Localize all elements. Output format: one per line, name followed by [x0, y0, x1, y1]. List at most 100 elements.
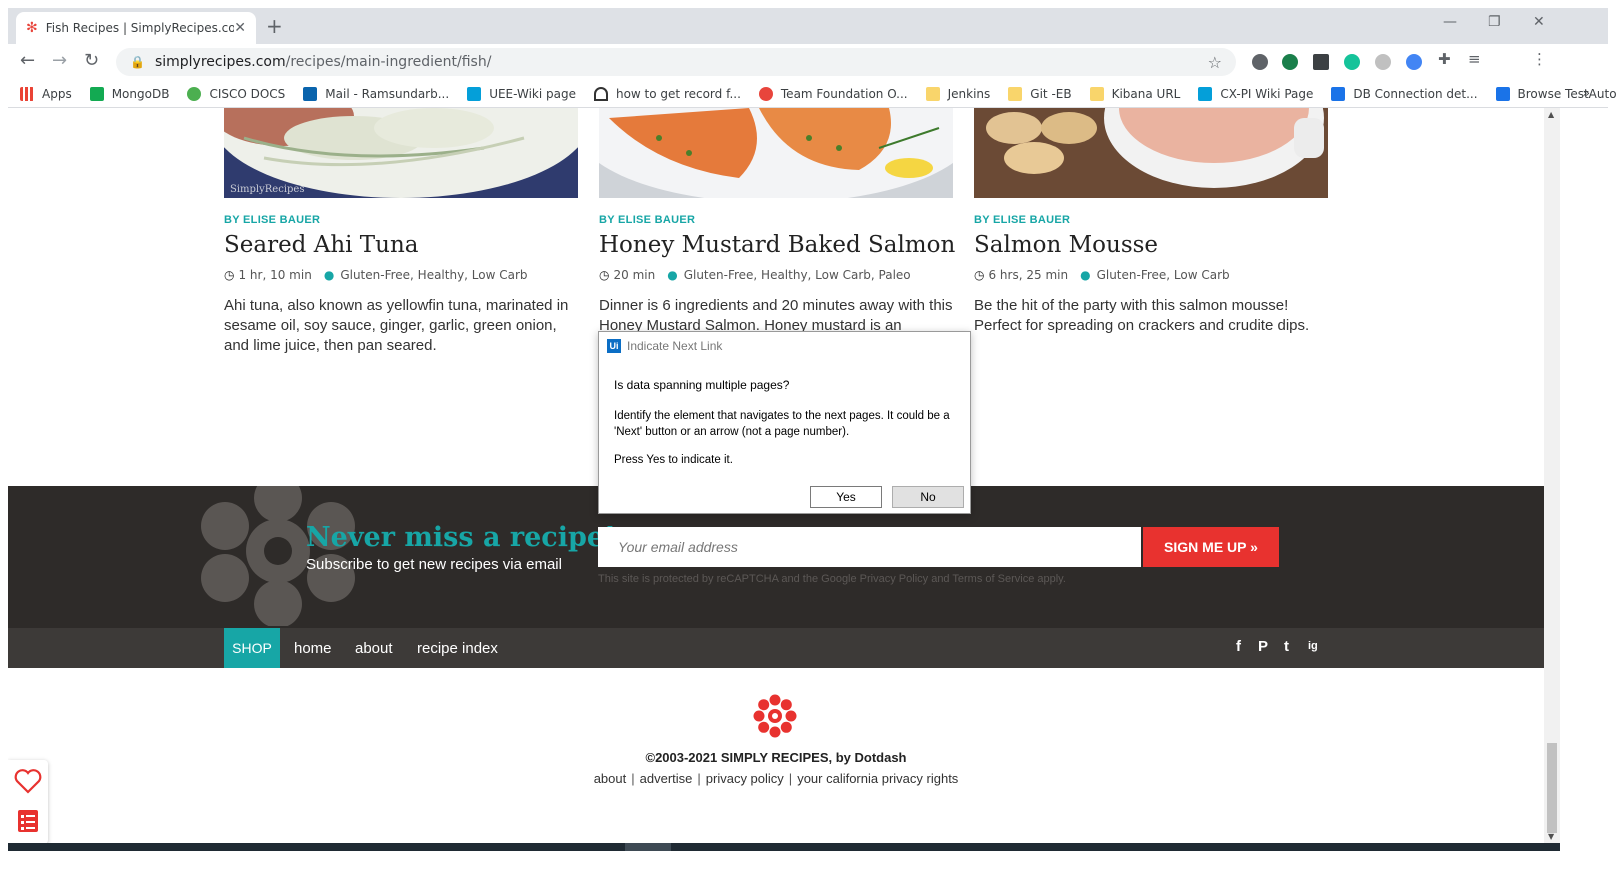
pinterest-icon[interactable]: P	[1258, 638, 1268, 655]
bookmark-browse-testautoma[interactable]: Browse TestAutoma...	[1495, 86, 1616, 101]
menu-kebab-icon[interactable]: ⋮	[1532, 50, 1547, 68]
scroll-down-icon[interactable]: ▼	[1548, 832, 1554, 841]
uipath-logo-icon: Ui	[607, 339, 621, 353]
cisco-docs-icon	[187, 86, 202, 101]
twitter-icon[interactable]: t	[1284, 638, 1289, 655]
outlook-icon	[303, 86, 318, 101]
bookmark-uee-wiki[interactable]: UEE-Wiki page	[467, 86, 576, 101]
recipe-card[interactable]: BY ELISE BAUER Honey Mustard Baked Salmo…	[576, 108, 976, 336]
side-widget-icons	[14, 769, 42, 832]
clock-icon: ◷	[599, 268, 610, 282]
horseshoe-icon	[593, 86, 608, 101]
extensions-puzzle-icon[interactable]: ✚	[1438, 50, 1451, 68]
no-button[interactable]: No	[892, 486, 964, 508]
email-input[interactable]: Your email address	[598, 527, 1141, 567]
facebook-icon[interactable]: f	[1236, 638, 1241, 655]
mongodb-icon	[89, 86, 104, 101]
bookmark-label: MongoDB	[111, 86, 170, 101]
nav-shop[interactable]: SHOP	[224, 628, 280, 668]
recipe-time: 6 hrs, 25 min	[988, 268, 1069, 282]
tab-fish-recipes[interactable]: ✻ Fish Recipes | SimplyRecipes.com ✕	[16, 12, 256, 44]
footer-link-ca-privacy[interactable]: your california privacy rights	[797, 771, 958, 786]
close-tab-icon[interactable]: ✕	[234, 20, 246, 36]
cisco-icon	[1198, 86, 1213, 101]
extension-6-icon[interactable]	[1406, 54, 1422, 70]
extension-3-icon[interactable]	[1313, 54, 1329, 70]
minimize-icon[interactable]: —	[1443, 14, 1457, 30]
sign-me-up-button[interactable]: SIGN ME UP »	[1143, 527, 1279, 567]
nav-about[interactable]: about	[355, 628, 393, 668]
bookmark-label: Team Foundation O...	[780, 86, 908, 101]
bookmark-get-record[interactable]: how to get record f...	[593, 86, 741, 101]
nav-recipe-index[interactable]: recipe index	[417, 628, 498, 668]
bookmark-label: Apps	[42, 86, 72, 101]
simplyrecipes-logo-icon[interactable]	[753, 694, 797, 738]
reload-icon[interactable]: ↻	[84, 50, 99, 71]
recipe-card[interactable]: SimplyRecipes BY ELISE BAUER Seared Ahi …	[211, 108, 591, 356]
apple-icon: ●	[667, 268, 678, 282]
recipe-title[interactable]: Salmon Mousse	[974, 232, 1328, 258]
clock-icon: ◷	[224, 268, 235, 282]
clock-icon: ◷	[974, 268, 985, 282]
separator: |	[697, 771, 701, 786]
taskbar-active-item[interactable]	[625, 843, 671, 851]
bookmark-kibana[interactable]: Kibana URL	[1089, 86, 1180, 101]
scrollbar-thumb[interactable]	[1547, 743, 1557, 833]
bookmark-jenkins[interactable]: Jenkins	[925, 86, 991, 101]
bookmark-mail[interactable]: Mail - Ramsundarb...	[303, 86, 449, 101]
footer-link-about[interactable]: about	[594, 771, 627, 786]
yes-button[interactable]: Yes	[810, 486, 882, 508]
salmon-mousse-image[interactable]	[974, 108, 1328, 198]
recipe-author[interactable]: BY ELISE BAUER	[599, 214, 953, 226]
bookmark-team-foundation[interactable]: Team Foundation O...	[758, 86, 908, 101]
cisco-icon	[467, 86, 482, 101]
lock-icon[interactable]: 🔒	[130, 55, 145, 69]
recipe-description: Dinner is 6 ingredients and 20 minutes a…	[599, 297, 953, 334]
bookmark-db-connection[interactable]: DB Connection det...	[1331, 86, 1478, 101]
page-scrollbar[interactable]: ▲ ▼	[1544, 108, 1560, 843]
bookmark-cx-pi-wiki[interactable]: CX-PI Wiki Page	[1198, 86, 1313, 101]
honey-mustard-salmon-image[interactable]	[576, 108, 976, 203]
footer-link-advertise[interactable]: advertise	[640, 771, 693, 786]
copyright-text: ©2003-2021 SIMPLY RECIPES, by Dotdash	[645, 750, 907, 765]
recipe-tags: Gluten-Free, Low Carb	[1096, 268, 1230, 282]
bookmark-star-icon[interactable]: ☆	[1208, 53, 1222, 72]
seared-ahi-tuna-image[interactable]: SimplyRecipes	[211, 108, 591, 198]
recipe-card[interactable]: BY ELISE BAUER Salmon Mousse ◷ 6 hrs, 25…	[974, 108, 1328, 336]
recipe-author[interactable]: BY ELISE BAUER	[224, 214, 578, 226]
recipe-title[interactable]: Honey Mustard Baked Salmon	[599, 232, 955, 258]
nav-home[interactable]: home	[294, 628, 332, 668]
close-window-icon[interactable]: ✕	[1533, 14, 1545, 30]
apple-icon: ●	[323, 268, 335, 282]
address-bar[interactable]: 🔒 simplyrecipes.com /recipes/main-ingred…	[116, 48, 1236, 76]
recaptcha-notice: This site is protected by reCAPTCHA and …	[598, 573, 1066, 585]
dialog-body: Identify the element that navigates to t…	[614, 410, 950, 438]
recipe-author[interactable]: BY ELISE BAUER	[974, 214, 1328, 226]
instagram-icon[interactable]: ig	[1308, 640, 1318, 652]
recipe-meta: ◷ 20 min ● Gluten-Free, Healthy, Low Car…	[599, 268, 953, 282]
new-tab-icon[interactable]: +	[266, 14, 283, 38]
url-host: simplyrecipes.com	[154, 54, 286, 70]
bookmark-git-eb[interactable]: Git -EB	[1008, 86, 1072, 101]
grammarly-icon[interactable]	[1344, 54, 1360, 70]
recipe-meta: ◷ 6 hrs, 25 min ● Gluten-Free, Low Carb	[974, 268, 1328, 282]
bookmark-label: Jenkins	[947, 86, 991, 101]
bookmark-mongodb[interactable]: MongoDB	[89, 86, 170, 101]
folder-icon	[1008, 86, 1023, 101]
footer-link-privacy[interactable]: privacy policy	[706, 771, 784, 786]
bookmark-apps[interactable]: Apps	[20, 86, 72, 101]
bookmark-cisco-docs[interactable]: CISCO DOCS	[187, 86, 285, 101]
restore-icon[interactable]: ❐	[1488, 14, 1501, 30]
extension-2-icon[interactable]	[1282, 54, 1298, 70]
scroll-up-icon[interactable]: ▲	[1548, 110, 1554, 119]
bookmarks-overflow-icon[interactable]: »	[1583, 86, 1590, 100]
media-queue-icon[interactable]: ≡	[1468, 50, 1481, 68]
apple-icon: ●	[1080, 268, 1091, 282]
recipe-title[interactable]: Seared Ahi Tuna	[224, 232, 578, 258]
extension-1-icon[interactable]	[1252, 54, 1268, 70]
bookmark-label: DB Connection det...	[1353, 86, 1478, 101]
back-arrow-icon[interactable]: ←	[20, 50, 35, 71]
forward-arrow-icon[interactable]: →	[52, 50, 67, 71]
extension-5-icon[interactable]	[1375, 54, 1391, 70]
shield-icon	[1495, 86, 1510, 101]
